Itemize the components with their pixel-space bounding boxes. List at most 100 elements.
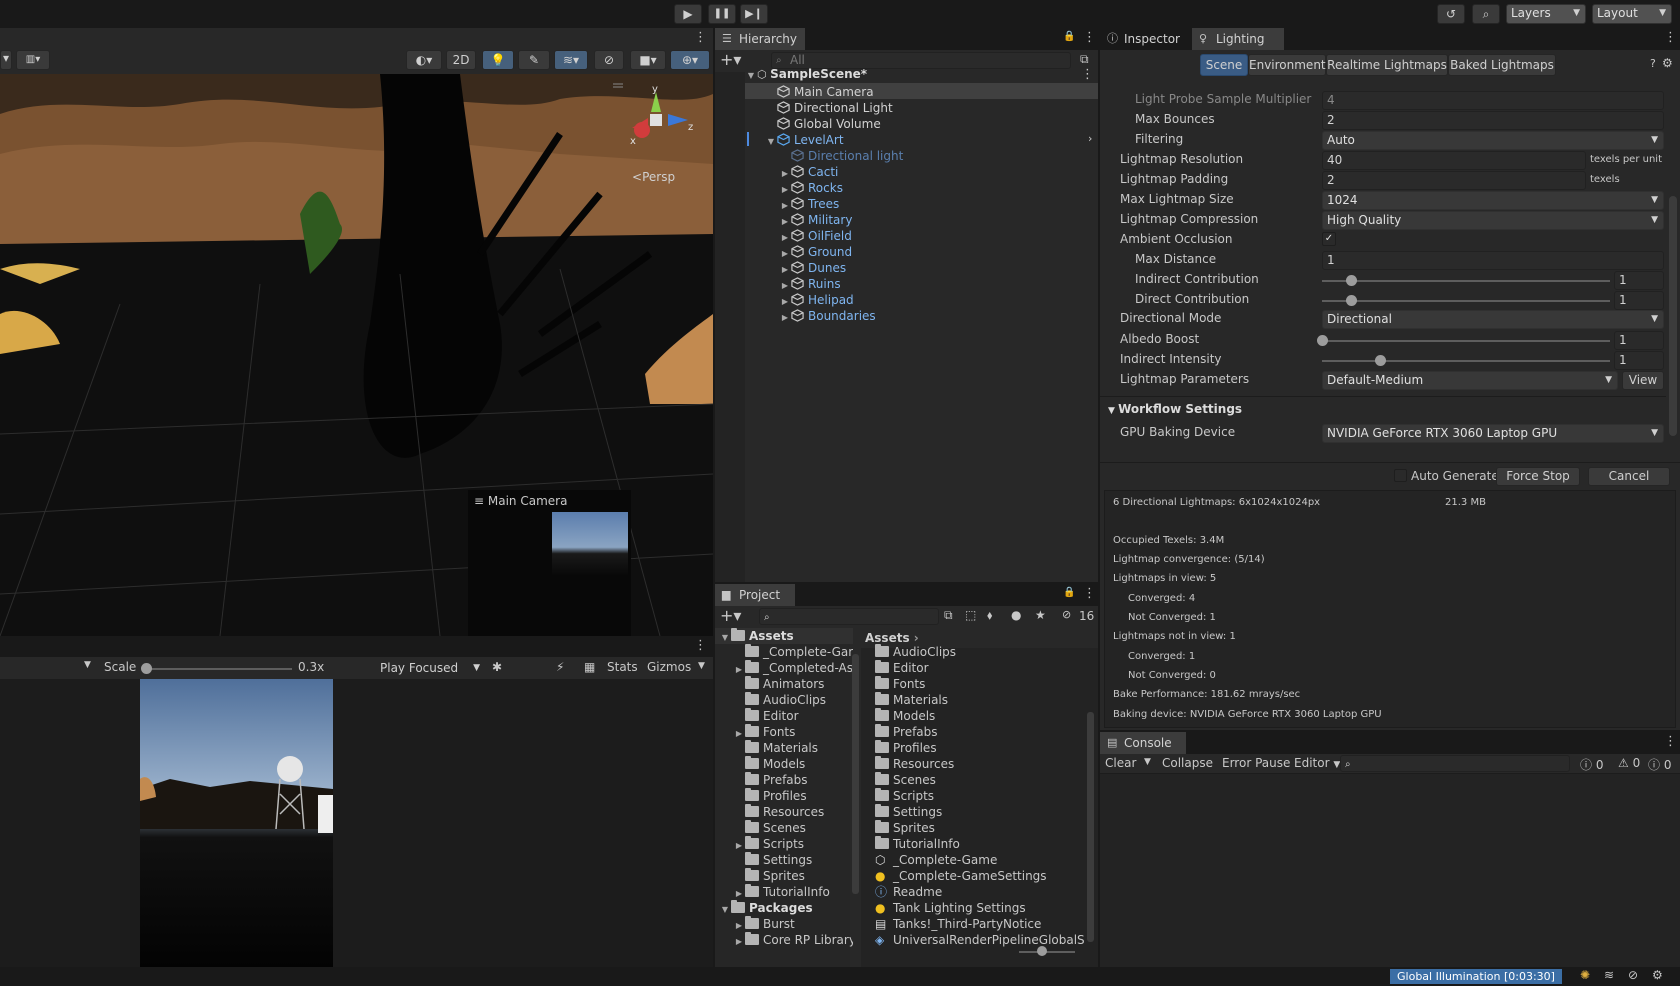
scene-root-row[interactable]: ▼ ⬡ SampleScene* ⋮	[745, 66, 1098, 83]
hierarchy-item[interactable]: ▶ OilField	[745, 228, 852, 244]
tree-folder[interactable]: Scenes	[715, 820, 853, 836]
tree-folder[interactable]: ▶ TutorialInfo	[715, 884, 853, 900]
expand-arrow-icon[interactable]: ▶	[733, 886, 745, 900]
bake-indicator-icon[interactable]: ✺	[1580, 968, 1590, 982]
ao-checkbox[interactable]: ✓	[1322, 232, 1336, 246]
lighting-toggle-icon[interactable]: 💡	[482, 50, 514, 70]
project-file-item[interactable]: Scenes	[875, 772, 1085, 788]
settings-scrollbar[interactable]	[1669, 196, 1677, 436]
lm-params-dropdown[interactable]: Default-Medium ▼	[1322, 371, 1618, 390]
tree-folder[interactable]: Settings	[715, 852, 853, 868]
tab-console[interactable]: ▤ Console	[1100, 732, 1186, 754]
stats-button[interactable]: Stats	[607, 660, 638, 674]
scene-visibility-icon[interactable]: ⧉	[1080, 52, 1089, 67]
dir-mode-dropdown[interactable]: Directional ▼	[1322, 310, 1664, 329]
tag-icon[interactable]: ⬧	[987, 608, 992, 623]
auto-generate-checkbox[interactable]	[1394, 469, 1407, 482]
project-search[interactable]: ⌕	[759, 608, 939, 625]
direct-contrib-knob[interactable]	[1345, 295, 1357, 306]
play-button[interactable]: ▶	[674, 4, 702, 24]
subtab-scene[interactable]: Scene	[1200, 54, 1248, 76]
indirect-int-knob[interactable]	[1374, 355, 1386, 366]
tree-root[interactable]: ▼ Assets	[715, 628, 853, 644]
hierarchy-item[interactable]: ▶ Ruins	[745, 276, 841, 292]
filter-label-icon[interactable]: ⬚	[965, 608, 976, 622]
effects-toggle-icon[interactable]: ≋▾	[554, 50, 588, 70]
cancel-button[interactable]: Cancel	[1588, 467, 1670, 486]
breadcrumb-assets[interactable]: Assets	[865, 631, 910, 645]
filter-type-icon[interactable]: ⧉	[944, 608, 953, 623]
gizmos-button[interactable]: Gizmos	[647, 660, 691, 674]
draw-mode-button[interactable]: ▾	[0, 50, 12, 70]
project-file-item[interactable]: Fonts	[875, 676, 1085, 692]
tree-folder[interactable]: _Complete-Gar	[715, 644, 853, 660]
subtab-baked-lightmaps[interactable]: Baked Lightmaps	[1448, 54, 1556, 76]
audio-toggle-icon[interactable]: ✎	[518, 50, 550, 70]
tree-scrollbar[interactable]	[852, 654, 859, 894]
hierarchy-item[interactable]: ▶ Rocks	[745, 180, 843, 196]
step-button[interactable]: ▶❙	[740, 4, 768, 24]
project-file-item[interactable]: Settings	[875, 804, 1085, 820]
layers-dropdown[interactable]: Layers ▼	[1506, 4, 1586, 24]
hierarchy-item[interactable]: ▶ Helipad	[745, 292, 854, 308]
hierarchy-item[interactable]: ▶ Trees	[745, 196, 839, 212]
lock-icon[interactable]: 🔒	[1063, 587, 1075, 598]
hierarchy-item[interactable]: ▶ Ground	[745, 244, 852, 260]
more-icon[interactable]: ⋮	[1083, 586, 1096, 601]
workflow-header[interactable]: ▼ Workflow Settings	[1108, 402, 1242, 416]
indirect-int-field[interactable]: 1	[1614, 351, 1664, 370]
pause-button[interactable]: ❚❚	[708, 4, 736, 24]
help-icon[interactable]: ?	[1650, 57, 1656, 70]
expand-arrow-icon[interactable]: ▶	[779, 310, 791, 326]
hidden-packages-icon[interactable]: ⊘	[1062, 608, 1071, 621]
expand-arrow-icon[interactable]: ▶	[733, 934, 745, 948]
search-icon[interactable]: ⌕	[1472, 4, 1500, 24]
project-file-item[interactable]: Sprites	[875, 820, 1085, 836]
project-file-item[interactable]: TutorialInfo	[875, 836, 1085, 852]
project-file-item[interactable]: ▤ Tanks!_Third-PartyNotice	[875, 916, 1085, 932]
clear-button[interactable]: Clear	[1105, 756, 1136, 770]
tab-hierarchy[interactable]: ☰ Hierarchy	[715, 28, 805, 50]
expand-arrow-icon[interactable]: ▼	[745, 67, 757, 84]
tree-folder[interactable]: ▶ Core RP Library	[715, 932, 853, 948]
albedo-field[interactable]: 1	[1614, 331, 1664, 350]
more-icon[interactable]: ⋮	[1081, 66, 1094, 83]
settings-icon[interactable]: ⚙	[1652, 968, 1663, 982]
tree-folder[interactable]: Models	[715, 756, 853, 772]
tab-project[interactable]: ▆ Project	[715, 584, 795, 606]
project-file-item[interactable]: Prefabs	[875, 724, 1085, 740]
icon-size-slider-knob[interactable]	[1037, 946, 1047, 956]
hierarchy-item[interactable]: Directional Light	[745, 100, 893, 116]
project-file-item[interactable]: ● _Complete-GameSettings	[875, 868, 1085, 884]
error-pause-button[interactable]: Error Pause	[1222, 756, 1290, 770]
max-bounces-field[interactable]: 2	[1322, 111, 1664, 130]
more-icon[interactable]: ⋮	[1664, 30, 1677, 45]
audio-mute-icon[interactable]: ⚡	[556, 660, 564, 674]
project-file-item[interactable]: ◈ UniversalRenderPipelineGlobalSe	[875, 932, 1085, 948]
scale-slider-track[interactable]	[146, 668, 292, 670]
tree-folder[interactable]: Sprites	[715, 868, 853, 884]
indirect-int-track[interactable]	[1322, 360, 1610, 362]
play-mode-dropdown[interactable]: Play Focused ▼	[374, 657, 486, 679]
history-icon[interactable]: ↺	[1437, 4, 1465, 24]
favorite-icon[interactable]: ★	[1035, 608, 1046, 622]
expand-arrow-icon[interactable]: ▶	[733, 838, 745, 852]
collapse-button[interactable]: Collapse	[1162, 756, 1213, 770]
more-icon[interactable]: ⋮	[694, 638, 707, 653]
camera-settings-icon[interactable]: ■▾	[630, 50, 666, 70]
grid-icon[interactable]: ▦	[584, 660, 595, 674]
icon-size-slider-track[interactable]	[1019, 951, 1075, 953]
force-stop-button[interactable]: Force Stop	[1496, 467, 1580, 486]
hierarchy-item[interactable]: ▶ Cacti	[745, 164, 838, 180]
tree-root[interactable]: ▼ Packages	[715, 900, 853, 916]
warn-count-badge[interactable]: ⚠ 0	[1618, 756, 1640, 770]
project-file-item[interactable]: Scripts	[875, 788, 1085, 804]
display-dropdown-chevron[interactable]: ▼	[84, 660, 91, 670]
lock-icon[interactable]: 🔒	[1063, 31, 1075, 42]
filtering-dropdown[interactable]: Auto ▼	[1322, 131, 1664, 150]
project-file-item[interactable]: ⬡ _Complete-Game	[875, 852, 1085, 868]
hierarchy-item[interactable]: ▶ Military	[745, 212, 853, 228]
file-scrollbar[interactable]	[1087, 712, 1094, 942]
hierarchy-item[interactable]: ▼ LevelArt	[745, 132, 844, 148]
project-file-item[interactable]: ● Tank Lighting Settings	[875, 900, 1085, 916]
